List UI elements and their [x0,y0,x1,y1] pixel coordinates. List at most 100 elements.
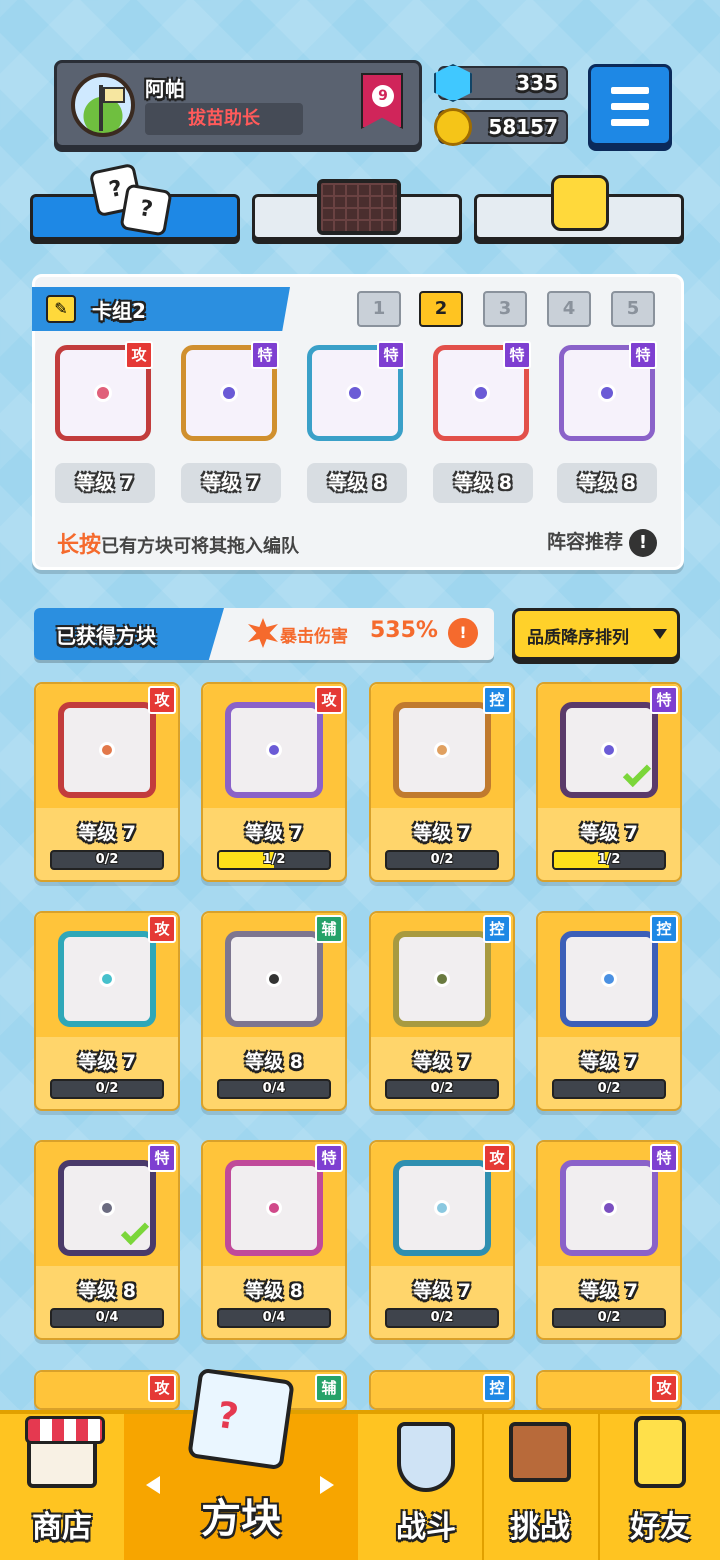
sort-dropdown[interactable]: 品质降序排列 [512,608,680,660]
deck-card[interactable]: 特 [555,335,657,445]
check-icon [622,758,652,788]
block-card[interactable]: 特等级 8 0/4 [34,1140,180,1340]
progress-text: 0/4 [262,1310,286,1325]
deck-slot-5[interactable]: 5 [611,291,655,327]
profile-card[interactable]: 阿帕 拔苗助长 9 [54,60,422,148]
player-title: 拔苗助长 [145,103,303,135]
deck-card-level: 等级 8 [307,463,407,503]
rank-number: 9 [372,85,394,107]
progress-text: 0/4 [95,1310,119,1325]
nav-battle[interactable]: 战斗 [366,1414,486,1560]
deck-slot-4[interactable]: 4 [547,291,591,327]
avatar[interactable] [71,73,135,137]
block-card[interactable]: 攻 [536,1370,682,1410]
hamburger-icon-bar [611,119,649,126]
block-progress: 0/2 [385,1079,499,1099]
block-progress: 0/4 [50,1308,164,1328]
rank-ribbon-icon: 9 [361,73,403,129]
deck-card-level: 等级 7 [181,463,281,503]
block-card[interactable]: 特等级 8 0/4 [201,1140,347,1340]
tab-dice[interactable]: ? ? [30,162,240,240]
block-art-icon [560,931,658,1027]
block-level: 等级 8 [245,1280,303,1302]
block-card[interactable]: 特等级 7 1/2 [536,682,682,882]
deck-card[interactable]: 攻 [51,335,153,445]
tab-emote[interactable] [474,175,684,240]
block-card[interactable]: 攻等级 7 0/2 [34,911,180,1111]
coin-value: 58157 [488,115,558,139]
type-badge: 控 [483,915,511,943]
progress-text: 0/4 [262,1081,286,1096]
special-badge: 特 [503,341,531,369]
block-card[interactable]: 辅等级 8 0/4 [201,911,347,1111]
block-art-icon [225,702,323,798]
deck-slot-2[interactable]: 2 [419,291,463,327]
nav-shop[interactable]: 商店 [0,1414,124,1560]
nav-challenge[interactable]: 挑战 [484,1414,596,1560]
block-art-icon [58,1160,156,1256]
block-card[interactable]: 特等级 7 0/2 [536,1140,682,1340]
bottom-nav: 商店 ? 方块 战斗 挑战 好友 [0,1367,720,1560]
shop-icon [25,1416,105,1488]
type-badge: 攻 [148,686,176,714]
block-art-icon [58,702,156,798]
block-progress: 0/2 [552,1308,666,1328]
block-level: 等级 7 [413,1280,471,1302]
recommend-button[interactable]: 阵容推荐! [547,527,657,557]
progress-text: 0/2 [95,1081,119,1096]
type-badge: 控 [483,1374,511,1402]
progress-text: 1/2 [262,852,286,867]
block-art-icon [393,702,491,798]
block-core [99,742,115,758]
gem-value: 335 [516,71,558,95]
block-core [434,1200,450,1216]
gem-counter[interactable]: 335 [434,64,568,102]
block-card[interactable]: 攻等级 7 0/2 [34,682,180,882]
special-badge: 特 [377,341,405,369]
nav-friends-label: 好友 [630,1510,690,1545]
info-icon: ! [629,528,657,557]
block-level: 等级 7 [413,1051,471,1073]
flag-icon [103,87,125,103]
pencil-icon[interactable]: ✎ [46,295,76,323]
block-progress: 1/2 [217,850,331,870]
deck-slot-1[interactable]: 1 [357,291,401,327]
block-level: 等级 7 [245,822,303,844]
block-core [99,1200,115,1216]
menu-button[interactable] [588,64,672,146]
deck-card[interactable]: 特 [303,335,405,445]
block-level: 等级 7 [78,822,136,844]
block-progress: 0/2 [385,1308,499,1328]
progress-text: 0/2 [95,852,119,867]
block-card[interactable]: 攻 [34,1370,180,1410]
arrow-right-icon [320,1476,334,1494]
deck-panel: ✎ 卡组2 1 2 3 4 5 攻 特 特 特 特 等级 7 等级 7 等级 8… [32,274,684,570]
nav-friends[interactable]: 好友 [600,1414,720,1560]
crit-info-icon[interactable]: ! [448,618,478,648]
block-core [601,1200,617,1216]
tab-board[interactable] [252,179,462,240]
block-card[interactable]: 攻等级 7 0/2 [369,1140,515,1340]
progress-text: 0/2 [597,1310,621,1325]
deck-slot-3[interactable]: 3 [483,291,527,327]
block-card[interactable]: 控等级 7 0/2 [369,682,515,882]
hamburger-icon [611,87,649,94]
block-card[interactable]: 控等级 7 0/2 [536,911,682,1111]
block-core [99,971,115,987]
type-badge: 攻 [315,686,343,714]
deck-title: 卡组2 [92,299,146,323]
battle-shield-icon [397,1422,455,1492]
block-card[interactable]: 控等级 7 0/2 [369,911,515,1111]
block-card[interactable]: 攻等级 7 1/2 [201,682,347,882]
coin-counter[interactable]: 58157 [434,108,568,146]
deck-card[interactable]: 特 [177,335,279,445]
type-badge: 攻 [650,1374,678,1402]
crit-label: 暴击伤害 [280,627,348,647]
block-card[interactable]: 控 [369,1370,515,1410]
nav-challenge-label: 挑战 [510,1510,570,1545]
deck-header: ✎ 卡组2 [32,287,290,331]
block-core [601,971,617,987]
owned-header: 已获得方块 暴击伤害 535% ! [34,608,494,660]
block-art-icon [393,1160,491,1256]
deck-card[interactable]: 特 [429,335,531,445]
